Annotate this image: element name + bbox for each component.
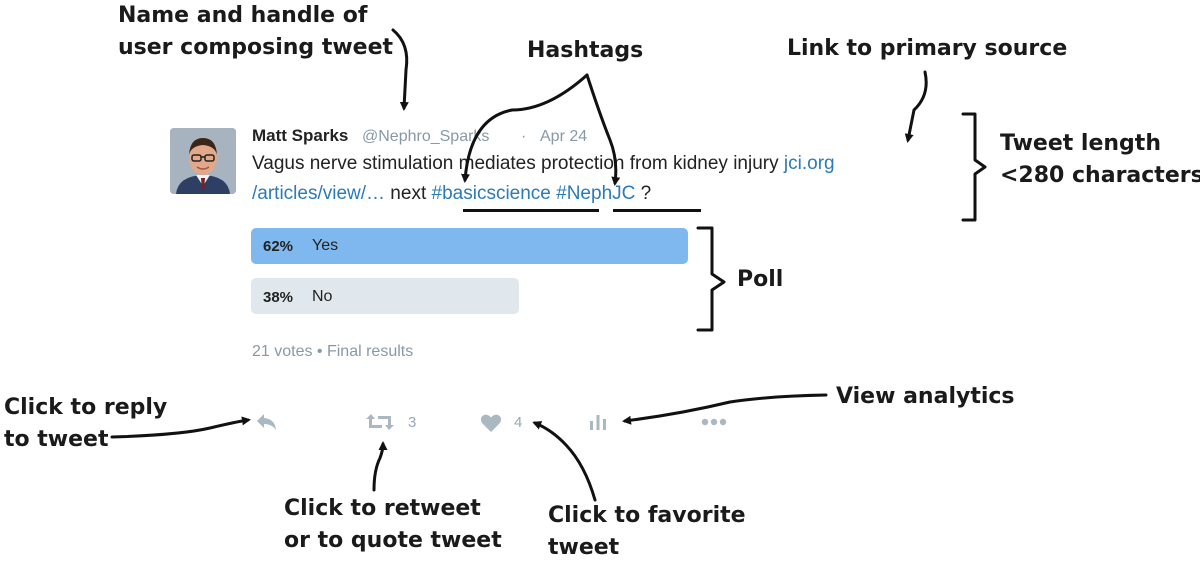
tweet-date[interactable]: Apr 24 [540,128,587,146]
annotation-tweet-length: Tweet length <280 characters [1000,131,1200,188]
annotation-hashtags: Hashtags [527,38,644,63]
avatar-portrait-icon [170,128,236,194]
tweet-body-end: ? [635,183,652,204]
brace-poll [696,226,726,332]
poll-option-no-label: No [312,288,333,305]
avatar[interactable] [170,128,236,194]
annotation-poll: Poll [737,267,784,292]
tweet-author-handle[interactable]: @Nephro_Sparks [362,128,489,146]
tweet-body-text: Vagus nerve stimulation mediates protect… [252,153,784,174]
like-count: 4 [514,414,523,431]
source-link-path[interactable]: /articles/view/… [252,183,385,204]
analytics-icon[interactable] [588,413,608,431]
annotation-link: Link to primary source [787,36,1068,61]
poll-option-no-percent: 38% [263,289,294,306]
annotation-analytics: View analytics [836,384,1015,409]
tweet-body-text-2: next [385,183,432,204]
hashtag-underline-1 [463,209,599,212]
arrow-favorite [532,421,597,502]
arrow-name-handle [391,28,409,111]
retweet-count: 3 [408,414,417,431]
annotation-name-handle: Name and handle of user composing tweet [118,3,394,60]
annotation-retweet: Click to retweet or to quote tweet [284,496,502,553]
poll-meta: 21 votes • Final results [252,343,414,360]
hashtag-underline-2 [613,209,701,212]
poll-option-yes-percent: 62% [263,238,294,255]
arrow-retweet [372,441,388,492]
tweet-text-line-1: Vagus nerve stimulation mediates protect… [252,153,835,175]
poll-option-yes-label: Yes [312,237,339,254]
reply-icon[interactable] [255,412,279,432]
hashtag-basicscience[interactable]: #basicscience [432,183,551,204]
tweet-separator: · [521,128,527,145]
arrow-link [904,70,928,143]
annotation-reply: Click to reply to tweet [4,395,168,452]
retweet-icon[interactable] [365,412,395,432]
more-options-icon[interactable] [700,416,728,428]
tweet-text-line-2: /articles/view/… next #basicscience #Nep… [252,183,651,205]
brace-tweet-length [961,112,987,222]
heart-icon[interactable] [480,413,502,433]
annotation-overlay [110,28,987,502]
annotation-favorite: Click to favorite tweet [548,503,746,560]
source-link[interactable]: jci.org [784,153,835,174]
hashtag-nephjc[interactable]: #NephJC [556,183,635,204]
tweet-author-name[interactable]: Matt Sparks [252,126,348,146]
